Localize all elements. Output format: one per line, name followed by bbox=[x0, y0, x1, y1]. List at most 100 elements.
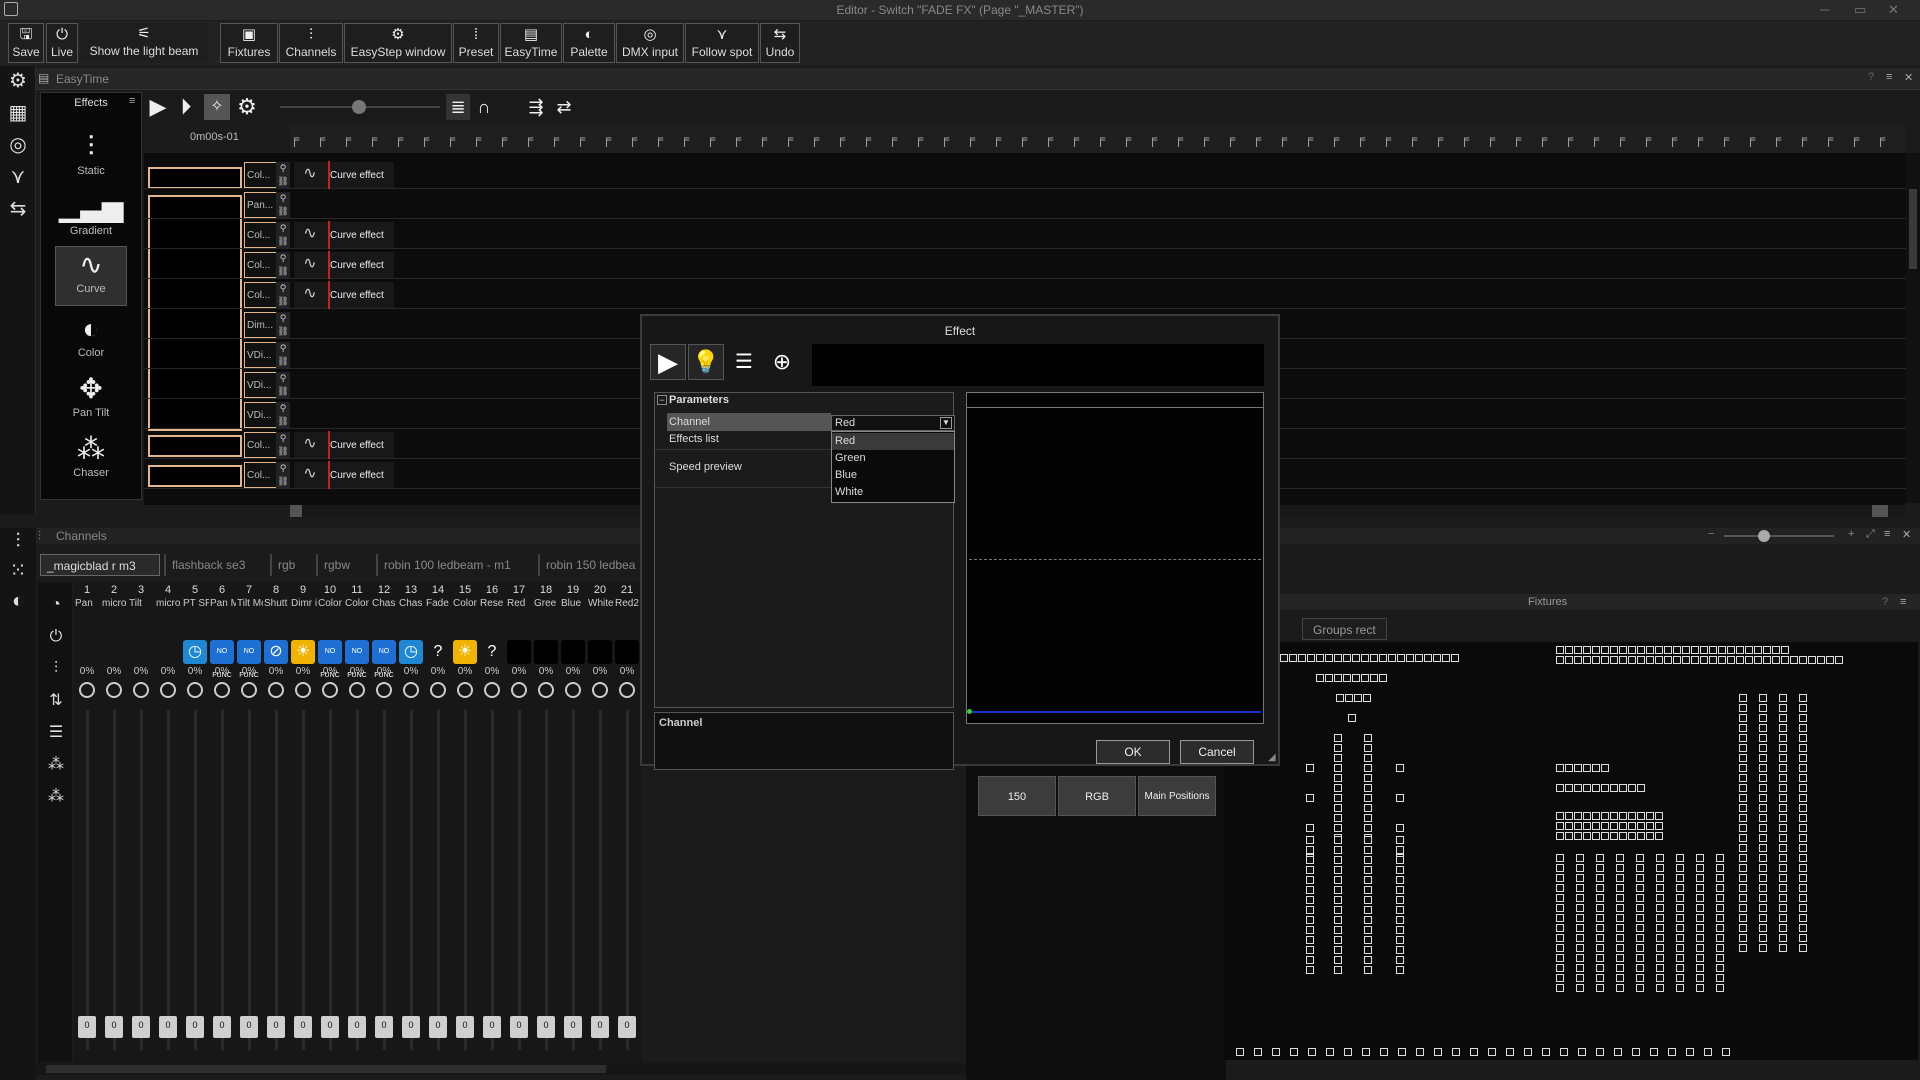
fixture-cell[interactable] bbox=[1334, 956, 1342, 964]
fixture-cell[interactable] bbox=[1736, 656, 1744, 664]
fixture-cell[interactable] bbox=[1808, 656, 1816, 664]
fixture-cell[interactable] bbox=[1583, 812, 1591, 820]
fader-slot[interactable] bbox=[194, 710, 197, 1050]
show-light-beam-button[interactable]: ⚟ Show the light beam bbox=[80, 23, 208, 63]
fixture-cell[interactable] bbox=[1343, 654, 1351, 662]
fixture-cell[interactable] bbox=[1556, 944, 1564, 952]
fixture-cell[interactable] bbox=[1696, 914, 1704, 922]
fixture-cell[interactable] bbox=[1364, 936, 1372, 944]
fixture-cell[interactable] bbox=[1306, 846, 1314, 854]
fixture-cell[interactable] bbox=[1799, 844, 1807, 852]
fixture-cell[interactable] bbox=[1254, 1048, 1262, 1056]
fixture-cell[interactable] bbox=[1696, 884, 1704, 892]
fixture-cell[interactable] bbox=[1799, 724, 1807, 732]
fader-handle[interactable]: 0 bbox=[294, 1016, 312, 1038]
fader-slot[interactable] bbox=[275, 710, 278, 1050]
sliders-tool-icon[interactable]: ⫶ bbox=[43, 656, 69, 682]
fixture-cell[interactable] bbox=[1596, 884, 1604, 892]
track-label[interactable]: Col... bbox=[244, 462, 280, 488]
fader-handle[interactable]: 0 bbox=[159, 1016, 177, 1038]
fixture-cell[interactable] bbox=[1779, 744, 1787, 752]
track-label[interactable]: Col... bbox=[244, 252, 280, 278]
fixture-cell[interactable] bbox=[1325, 674, 1333, 682]
fixture-cell[interactable] bbox=[1610, 822, 1618, 830]
fixture-cell[interactable] bbox=[1596, 914, 1604, 922]
cancel-button[interactable]: Cancel bbox=[1180, 740, 1254, 764]
fixture-cell[interactable] bbox=[1334, 936, 1342, 944]
fixture-cell[interactable] bbox=[1763, 656, 1771, 664]
fixture-cell[interactable] bbox=[1306, 936, 1314, 944]
fixture-cell[interactable] bbox=[1601, 656, 1609, 664]
fixture-cell[interactable] bbox=[1574, 764, 1582, 772]
fixture-cell[interactable] bbox=[1779, 774, 1787, 782]
fixture-cell[interactable] bbox=[1596, 874, 1604, 882]
fixture-cell[interactable] bbox=[1574, 832, 1582, 840]
fixture-cell[interactable] bbox=[1334, 966, 1342, 974]
fixture-cell[interactable] bbox=[1556, 874, 1564, 882]
fixture-cell[interactable] bbox=[1673, 656, 1681, 664]
no-function-icon[interactable]: NO FUNC bbox=[210, 640, 234, 679]
maximize-icon[interactable]: ▭ bbox=[1854, 0, 1866, 20]
no-function-icon[interactable]: NO FUNC bbox=[372, 640, 396, 679]
fixture-cell[interactable] bbox=[1779, 704, 1787, 712]
fixture-cell[interactable] bbox=[1565, 646, 1573, 654]
fixture-cell[interactable] bbox=[1616, 984, 1624, 992]
sun-icon[interactable]: ☀ bbox=[453, 640, 477, 664]
fixture-cell[interactable] bbox=[1739, 854, 1747, 862]
fixture-cell[interactable] bbox=[1616, 924, 1624, 932]
fixture-cell[interactable] bbox=[1655, 646, 1663, 654]
fixture-cell[interactable] bbox=[1739, 764, 1747, 772]
fixture-cell[interactable] bbox=[1799, 714, 1807, 722]
fixture-cell[interactable] bbox=[1364, 754, 1372, 762]
fixture-cell[interactable] bbox=[1632, 1048, 1640, 1056]
fixture-cell[interactable] bbox=[1560, 1048, 1568, 1056]
fixture-cell[interactable] bbox=[1370, 674, 1378, 682]
fixture-cell[interactable] bbox=[1716, 944, 1724, 952]
fixture-cell[interactable] bbox=[1616, 854, 1624, 862]
fixture-cell[interactable] bbox=[1334, 764, 1342, 772]
fixture-cell[interactable] bbox=[1779, 784, 1787, 792]
fixture-cell[interactable] bbox=[1739, 904, 1747, 912]
fixture-cell[interactable] bbox=[1628, 784, 1636, 792]
speed-gauge-icon[interactable]: ◷ bbox=[399, 640, 423, 664]
fixture-cell[interactable] bbox=[1345, 694, 1353, 702]
preset-button[interactable]: ⁞ Preset bbox=[453, 23, 499, 63]
fader-knob-icon[interactable] bbox=[79, 682, 95, 698]
fixture-cell[interactable] bbox=[1759, 824, 1767, 832]
fixtures-help-icon[interactable]: ? bbox=[1882, 594, 1888, 610]
fixture-cell[interactable] bbox=[1364, 966, 1372, 974]
fixture-cell[interactable] bbox=[1556, 854, 1564, 862]
numbered-list-icon[interactable]: ☰ bbox=[726, 344, 762, 380]
fixture-cell[interactable] bbox=[1779, 854, 1787, 862]
menu-icon[interactable]: ≡ bbox=[1886, 71, 1892, 83]
fixture-cell[interactable] bbox=[1716, 984, 1724, 992]
fixture-cell[interactable] bbox=[1334, 876, 1342, 884]
speed-slider-handle[interactable] bbox=[352, 100, 366, 114]
fixture-cell[interactable] bbox=[1364, 866, 1372, 874]
undo-button[interactable]: ⇆ Undo bbox=[760, 23, 800, 63]
fixture-cell[interactable] bbox=[1759, 814, 1767, 822]
track-lock-icon[interactable]: ⚲ ⛓ bbox=[276, 252, 290, 278]
zoom-in-icon[interactable]: + bbox=[1848, 528, 1854, 540]
fixture-cell[interactable] bbox=[1334, 784, 1342, 792]
fixture-cell[interactable] bbox=[1799, 804, 1807, 812]
fixture-cell[interactable] bbox=[1759, 844, 1767, 852]
speed-gauge-icon[interactable]: ◷ bbox=[183, 640, 207, 664]
fixture-cell[interactable] bbox=[1306, 926, 1314, 934]
fixture-cell[interactable] bbox=[1636, 884, 1644, 892]
fixture-cell[interactable] bbox=[1696, 874, 1704, 882]
fixture-cell[interactable] bbox=[1306, 856, 1314, 864]
fixture-cell[interactable] bbox=[1334, 654, 1342, 662]
fader-knob-icon[interactable] bbox=[241, 682, 257, 698]
fixture-cell[interactable] bbox=[1628, 832, 1636, 840]
fixture-cell[interactable] bbox=[1739, 934, 1747, 942]
fixture-cell[interactable] bbox=[1361, 674, 1369, 682]
fixture-cell[interactable] bbox=[1739, 844, 1747, 852]
fixture-cell[interactable] bbox=[1396, 916, 1404, 924]
fixture-cell[interactable] bbox=[1396, 824, 1404, 832]
fixture-cell[interactable] bbox=[1646, 832, 1654, 840]
fader-slot[interactable] bbox=[221, 710, 224, 1050]
fader-handle[interactable]: 0 bbox=[240, 1016, 258, 1038]
fixture-cell[interactable] bbox=[1364, 916, 1372, 924]
fixture-cell[interactable] bbox=[1628, 646, 1636, 654]
